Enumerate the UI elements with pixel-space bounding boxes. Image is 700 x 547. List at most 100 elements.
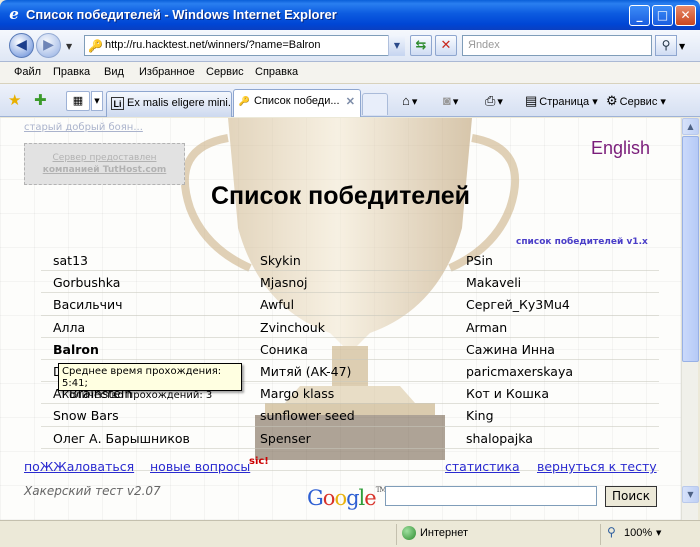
address-toolbar: ◀ ▶ ▼ 🔑 http://ru.hacktest.net/winners/?… [0,30,700,62]
winner-name[interactable]: paricmaxerskaya [466,364,573,379]
tab-list-dropdown-icon[interactable]: ▼ [91,91,103,111]
close-tab-icon[interactable]: ✕ [346,95,355,108]
winner-name[interactable]: Snow Bars [53,408,119,423]
quick-tabs-icon[interactable]: ▦ [66,91,90,111]
winner-name[interactable]: Митяй (AK-47) [260,364,351,379]
winners-v1-link[interactable]: список победителей v1.x [516,237,648,247]
menu-help[interactable]: Справка [255,66,298,78]
back-button[interactable]: ◀ [9,33,34,58]
winner-name[interactable]: sunflower seed [260,408,355,423]
stop-button[interactable]: ✕ [435,35,457,56]
winner-name[interactable]: Олег А. Барышников [53,431,190,446]
winner-name[interactable]: King [466,408,494,423]
zoom-dropdown-icon[interactable]: ▼ [656,529,661,537]
gear-icon: ⚙ [606,93,618,108]
tab-bar: ★ ✚ ▦ ▼ Li Ex malis eligere mini... 🔑 Сп… [0,84,700,117]
search-input[interactable]: Яndex [462,35,652,56]
winner-name[interactable]: Mjasnoj [260,275,307,290]
hack-test-version: Хакерский тест v2.07 [24,484,161,498]
google-search-input[interactable] [385,486,597,506]
internet-globe-icon [402,526,416,540]
winner-name[interactable]: Awful [260,297,294,312]
scroll-down-icon[interactable]: ▼ [682,486,699,503]
minimize-button[interactable]: _ [629,5,650,26]
menu-view[interactable]: Вид [104,66,124,78]
address-url[interactable]: http://ru.hacktest.net/winners/?name=Bal… [105,39,321,51]
vertical-scrollbar[interactable]: ▲ ▼ [681,118,699,520]
feeds-icon[interactable]: ◙ ▾ [443,93,458,108]
table-row: Snow Bars sunflower seed King [41,404,659,427]
google-search-button[interactable]: Поиск [605,486,657,507]
winner-name[interactable]: Zvinchouk [260,320,325,335]
tab-page-icon: Li [111,97,124,110]
search-placeholder: Яndex [468,39,500,51]
winner-name[interactable]: Кот и Кошка [466,386,549,401]
winner-stats-tooltip: Среднее время прохождения: 5:41; Количес… [58,363,242,401]
address-dropdown-icon[interactable]: ▼ [388,35,405,56]
home-icon[interactable]: ⌂ ▾ [402,93,417,108]
menu-tools[interactable]: Сервис [206,66,244,78]
winner-name[interactable]: Сажина Инна [466,342,555,357]
winner-name[interactable]: Алла [53,320,85,335]
google-logo: GoogleTM [307,486,387,510]
winner-name[interactable]: Makaveli [466,275,521,290]
close-window-button[interactable]: ✕ [675,5,696,26]
hosting-line-1: Сервер предоставлен [52,153,157,163]
tab-ex-malis[interactable]: Li Ex malis eligere mini... [106,91,232,117]
winner-name[interactable]: Skykin [260,253,301,268]
history-dropdown-icon[interactable]: ▼ [66,42,72,51]
tab-label: Ex malis eligere mini... [127,97,232,109]
tab-winners-list[interactable]: 🔑 Список победи... ✕ [233,89,361,117]
new-tab-button[interactable] [362,93,388,115]
winner-name[interactable]: Васильчич [53,297,122,312]
table-row: Gorbushka Mjasnoj Makaveli [41,271,659,294]
search-options-dropdown-icon[interactable]: ▼ [679,42,685,51]
zoom-level[interactable]: 100% [624,527,652,539]
tooltip-pass-count: Количество прохождений: 3 [62,390,213,401]
page-menu-button[interactable]: ▤ Страница ▾ [525,93,598,109]
favorites-star-icon[interactable]: ★ [8,92,21,108]
refresh-button[interactable]: ⇆ [410,35,432,56]
tools-menu-button[interactable]: ⚙ Сервис ▾ [606,93,666,109]
scroll-up-icon[interactable]: ▲ [682,118,699,135]
winner-name[interactable]: shalopajka [466,431,533,446]
hosting-line-2: компанией TutHost.com [42,165,167,175]
winner-name[interactable]: Соника [260,342,308,357]
old-version-link[interactable]: старый добрый боян... [24,122,143,133]
hosting-banner[interactable]: Сервер предоставлен компанией TutHost.co… [24,143,185,185]
table-row: Васильчич Awful Сергей_Ку3Мu4 [41,293,659,316]
window-titlebar: e Список победителей - Windows Internet … [0,0,700,30]
maximize-button[interactable]: □ [652,5,673,26]
menu-edit[interactable]: Правка [53,66,90,78]
winner-name[interactable]: Gorbushka [53,275,120,290]
winners-table: sat13 Skykin PSin Gorbushka Mjasnoj Makaveli В… [41,249,659,471]
forward-button[interactable]: ▶ [36,33,61,58]
new-questions-link[interactable]: новые вопросы [150,459,250,474]
winner-name[interactable]: Balron [53,342,99,357]
search-icon[interactable]: ⚲ [655,35,677,56]
winner-name[interactable]: sat13 [53,253,88,268]
page-icon: ▤ [525,93,538,108]
tab-label: Список победи... [254,95,340,107]
add-favorites-icon[interactable]: ✚ [34,92,47,108]
english-language-link[interactable]: English [591,138,650,159]
menu-file[interactable]: Файл [14,66,41,78]
zoom-icon[interactable]: ⚲ [607,525,616,539]
winner-name[interactable]: Arman [466,320,507,335]
table-row: Алла Zvinchouk Arman [41,316,659,338]
winner-name[interactable]: Margo klass [260,386,334,401]
ie-logo-icon: e [9,5,19,23]
winner-name[interactable]: PSin [466,253,493,268]
print-icon[interactable]: ⎙ ▾ [485,93,503,109]
scroll-thumb[interactable] [682,136,699,362]
complain-link[interactable]: поЖЖаловаться [24,459,134,474]
menu-favorites[interactable]: Избранное [139,66,195,78]
back-to-test-link[interactable]: вернуться к тесту [537,459,657,474]
address-field[interactable]: 🔑 http://ru.hacktest.net/winners/?name=B… [84,35,404,56]
statistics-link[interactable]: статистика [445,459,520,474]
tooltip-avg-time: Среднее время прохождения: 5:41; [62,366,222,389]
winner-name[interactable]: Spenser [260,431,311,446]
security-zone: Интернет [420,527,468,539]
winner-name[interactable]: Сергей_Ку3Мu4 [466,297,570,312]
key-icon: 🔑 [238,96,251,106]
